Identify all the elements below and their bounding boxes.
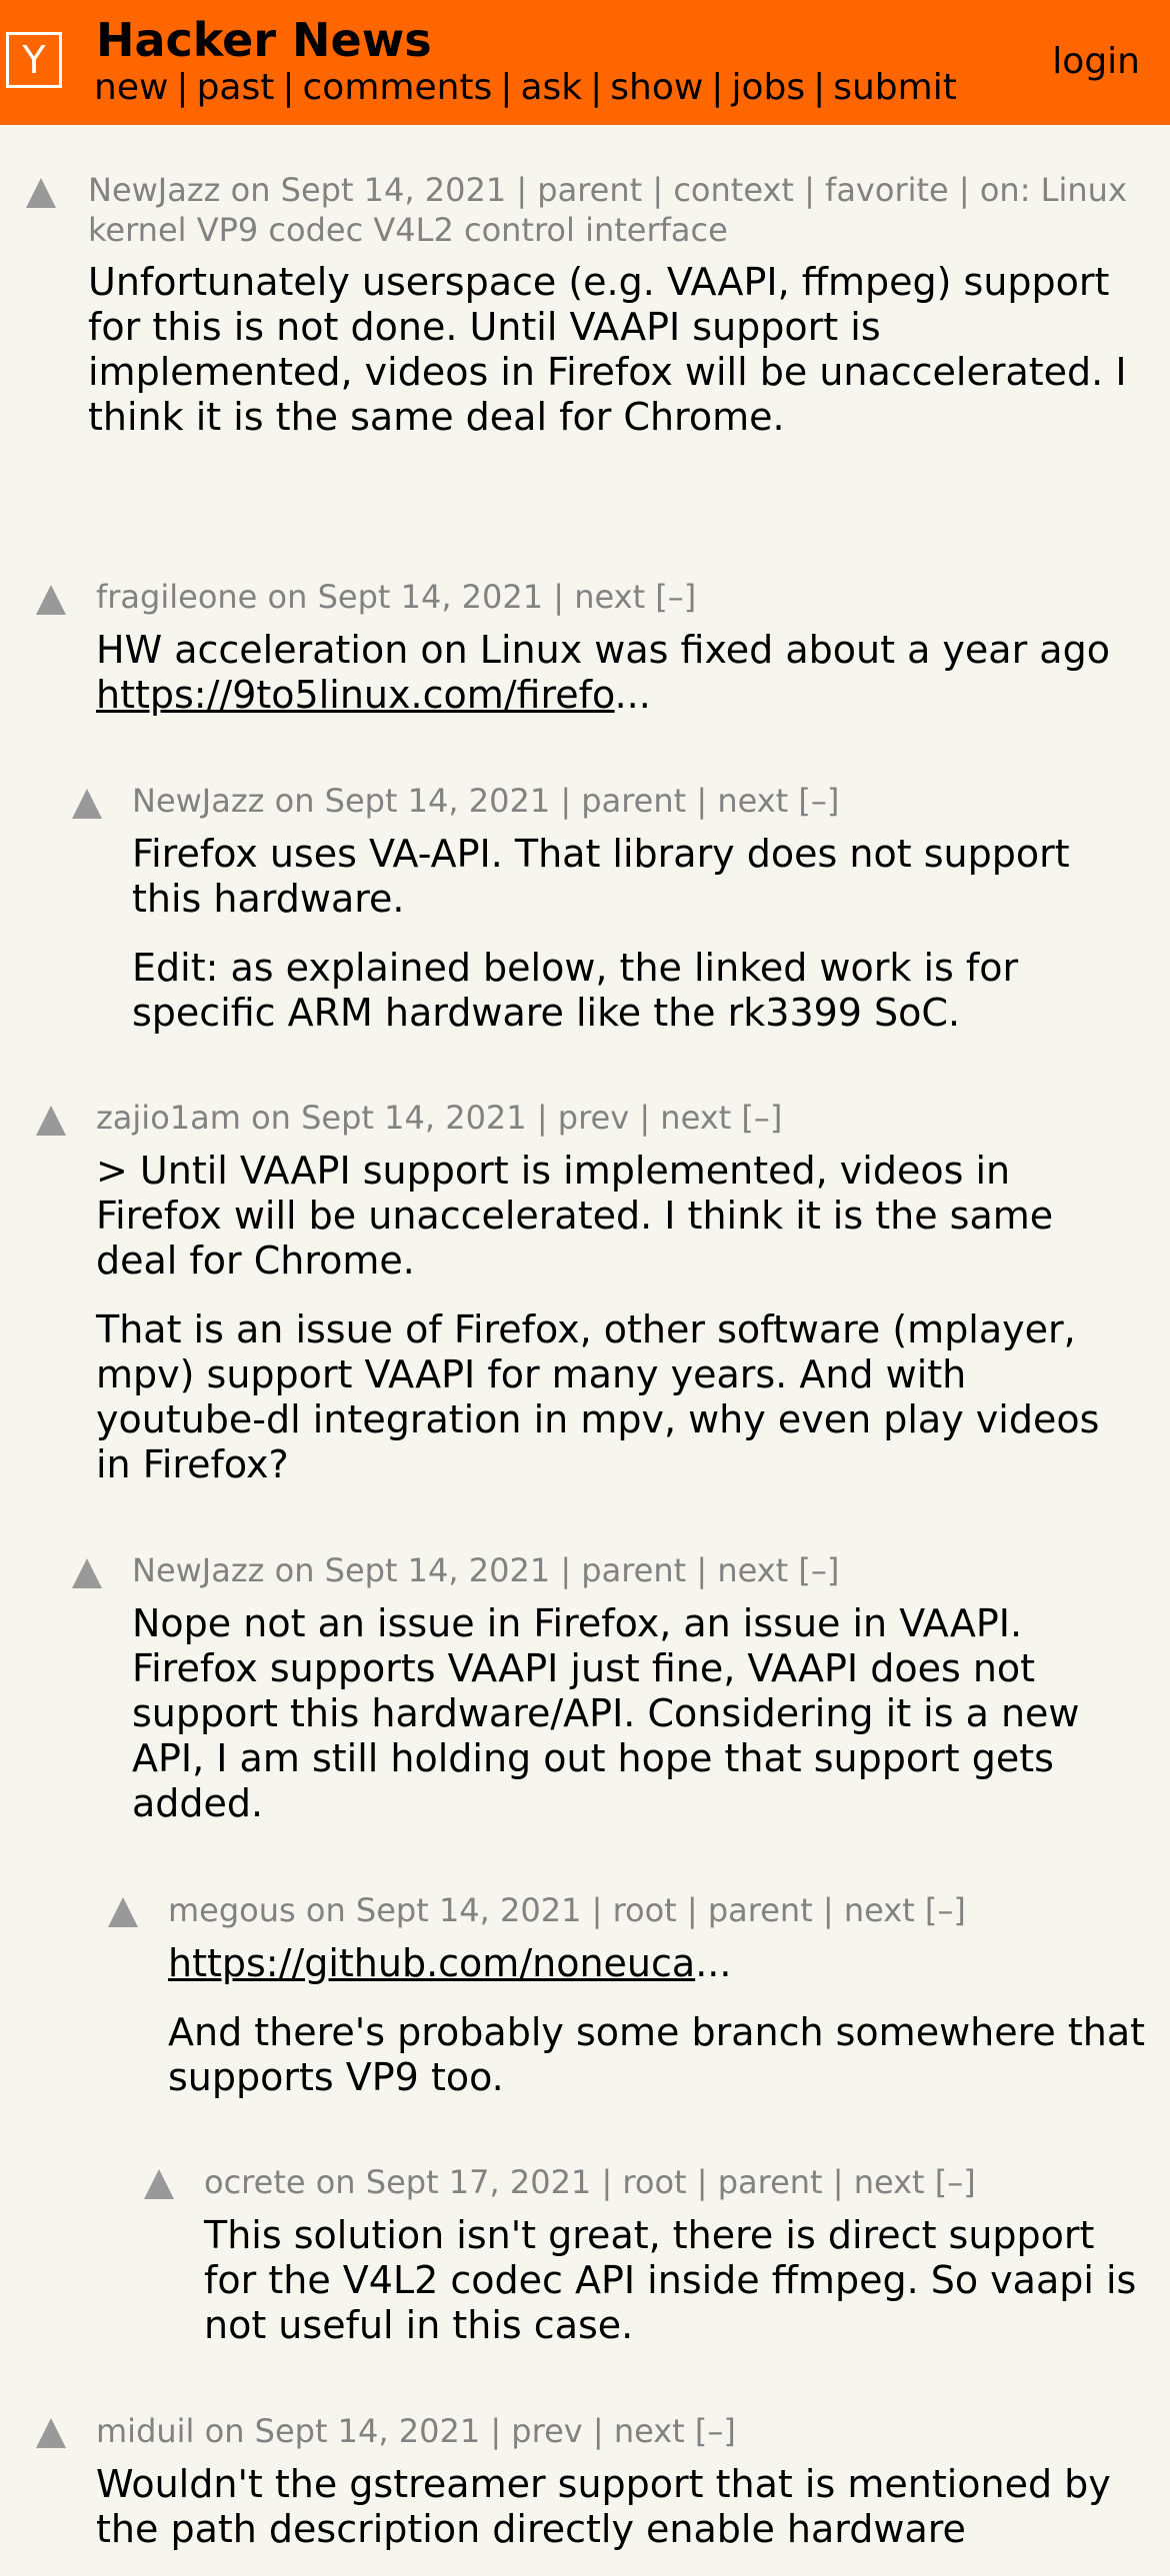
nav-separator: | [282,67,295,108]
comment-text: Unfortunately userspace (e.g. VAAPI, ffm… [88,260,1128,464]
nav-jobs[interactable]: jobs [731,67,805,108]
comment-author[interactable]: NewJazz [88,171,220,209]
nav-submit[interactable]: submit [833,67,957,108]
comment-paragraph: HW acceleration on Linux was fixed about… [96,628,1136,718]
nav-separator: | [711,67,724,108]
comment-actions[interactable]: | root | parent | next [–] [601,2163,975,2201]
comment-meta: NewJazz on Sept 14, 2021 | parent | cont… [88,170,1138,250]
comment-paragraph: Wouldn't the gstreamer support that is m… [96,2462,1111,2551]
comment-age[interactable]: on Sept 14, 2021 [275,1551,551,1589]
upvote-arrow-icon[interactable] [36,1106,66,1136]
comment-age[interactable]: on Sept 14, 2021 [275,782,551,820]
comment-paragraph: Unfortunately userspace (e.g. VAAPI, ffm… [88,260,1127,439]
comment-actions[interactable]: | prev | next [–] [537,1099,783,1137]
nav-separator: | [500,67,513,108]
site-title[interactable]: Hacker News [96,12,432,68]
comment-age[interactable]: on Sept 14, 2021 [251,1099,527,1137]
comment-author[interactable]: NewJazz [132,782,264,820]
comment-meta: megous on Sept 14, 2021 | root | parent … [168,1890,1148,1930]
comment-actions[interactable]: | prev | next [–] [490,2412,736,2450]
comment-paragraph: Edit: as explained below, the linked wor… [132,946,1019,1035]
comment-meta: NewJazz on Sept 14, 2021 | parent | next… [132,781,1132,821]
nav-past[interactable]: past [197,67,275,108]
comment-author[interactable]: fragileone [96,578,257,616]
comment-age[interactable]: on Sept 14, 2021 [306,1891,582,1929]
nav-show[interactable]: show [610,67,703,108]
comment-paragraph: https://github.com/noneuca... [168,1941,1148,1986]
comment-paragraph: Firefox uses VA-API. That library does n… [132,832,1070,921]
comment-paragraph: And there's probably some branch somewhe… [168,2010,1146,2099]
upvote-arrow-icon[interactable] [108,1897,138,1927]
comment-paragraph: This solution isn't great, there is dire… [204,2213,1137,2347]
comment-author[interactable]: miduil [96,2412,194,2450]
hn-logo[interactable]: Y [6,32,62,88]
comment-age[interactable]: on Sept 14, 2021 [268,578,544,616]
comment-meta: miduil on Sept 14, 2021 | prev | next [–… [96,2411,1136,2451]
comment-meta: NewJazz on Sept 14, 2021 | parent | next… [132,1550,1132,1590]
comment-text: https://github.com/noneuca... And there'… [168,1941,1148,2124]
truncation-ellipsis: ... [695,1941,732,1985]
nav-comments[interactable]: comments [303,67,493,108]
login-link[interactable]: login [1052,38,1140,86]
nav-separator: | [176,67,189,108]
comment-actions[interactable]: | root | parent | next [–] [592,1891,966,1929]
comment-text: Firefox uses VA-API. That library does n… [132,832,1142,1060]
comment-paragraph: That is an issue of Firefox, other softw… [96,1307,1100,1486]
upvote-arrow-icon[interactable] [72,1558,102,1588]
comment-text: HW acceleration on Linux was fixed about… [96,628,1136,742]
nav-ask[interactable]: ask [520,67,582,108]
comment-text: Wouldn't the gstreamer support that is m… [96,2462,1136,2576]
comment-author[interactable]: zajio1am [96,1099,241,1137]
comment-author[interactable]: ocrete [204,2163,306,2201]
comment-link[interactable]: https://9to5linux.com/firefo [96,673,615,717]
comment-author[interactable]: NewJazz [132,1551,264,1589]
upvote-arrow-icon[interactable] [36,585,66,615]
comment-link[interactable]: https://github.com/noneuca [168,1941,695,1985]
nav-new[interactable]: new [94,67,168,108]
comment-meta: ocrete on Sept 17, 2021 | root | parent … [204,2162,1154,2202]
comment-text: This solution isn't great, there is dire… [204,2213,1154,2372]
comment-author[interactable]: megous [168,1891,296,1929]
comment-text: > Until VAAPI support is implemented, vi… [96,1149,1146,1511]
comment-paragraph: Nope not an issue in Firefox, an issue i… [132,1601,1080,1825]
comment-paragraph: > Until VAAPI support is implemented, vi… [96,1149,1054,1283]
upvote-arrow-icon[interactable] [26,178,56,208]
upvote-arrow-icon[interactable] [144,2169,174,2199]
upvote-arrow-icon[interactable] [36,2418,66,2448]
comment-meta: zajio1am on Sept 14, 2021 | prev | next … [96,1098,1136,1138]
comment-age[interactable]: on Sept 14, 2021 [205,2412,481,2450]
main-nav: new | past | comments | ask | show | jobs | submit [94,64,957,112]
comment-actions[interactable]: | parent | next [–] [560,782,839,820]
nav-separator: | [813,67,826,108]
comment-meta: fragileone on Sept 14, 2021 | next [–] [96,577,1136,617]
nav-separator: | [590,67,603,108]
comment-actions[interactable]: | next [–] [553,578,696,616]
truncation-ellipsis: ... [614,673,651,717]
comment-text: Nope not an issue in Firefox, an issue i… [132,1601,1142,1850]
comment-actions[interactable]: | parent | next [–] [560,1551,839,1589]
comment-age[interactable]: on Sept 17, 2021 [316,2163,592,2201]
comment-age[interactable]: on Sept 14, 2021 [231,171,507,209]
top-bar: Y Hacker News new | past | comments | ask | show… [0,0,1170,125]
upvote-arrow-icon[interactable] [72,789,102,819]
comment-text-prefix: HW acceleration on Linux was fixed about… [96,628,1110,672]
